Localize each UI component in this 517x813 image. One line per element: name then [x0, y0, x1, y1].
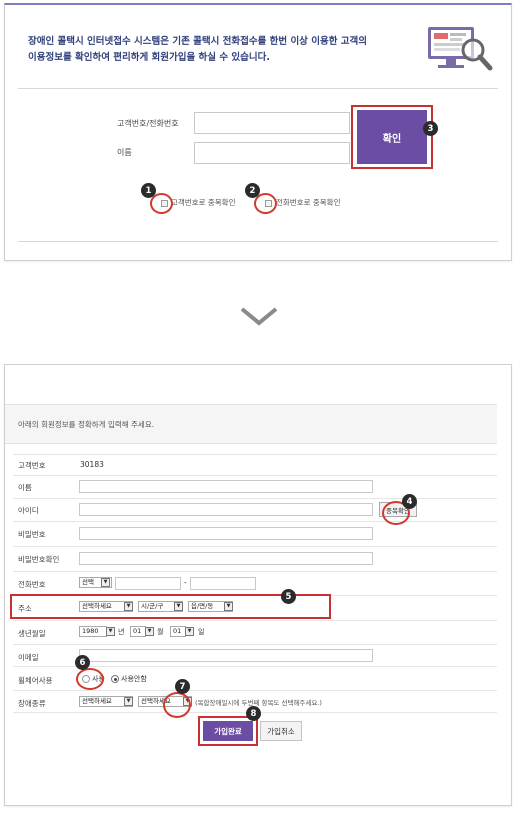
- intro-text: 장애인 콜택시 인터넷접수 시스템은 기존 콜택시 전화접수를 한번 이상 이용…: [28, 34, 418, 66]
- row-divider: [13, 571, 497, 572]
- divider: [18, 88, 498, 89]
- phone-middle-input[interactable]: [115, 577, 181, 590]
- password-confirm-label: 비밀번호확인: [18, 555, 60, 564]
- row-divider: [13, 521, 497, 522]
- row-divider: [13, 475, 497, 476]
- birth-label: 생년월일: [18, 629, 46, 638]
- cancel-button[interactable]: 가입취소: [260, 721, 302, 741]
- row-divider: [13, 498, 497, 499]
- row-divider: [13, 620, 497, 621]
- check-phone-label: 전화번호로 중복확인: [276, 198, 341, 207]
- disability-label: 장애종류: [18, 699, 46, 708]
- select-arrow-icon: ▼: [101, 578, 110, 587]
- step-badge-2: 2: [245, 183, 260, 198]
- name-input[interactable]: [194, 142, 350, 164]
- intro-line-1: 장애인 콜택시 인터넷접수 시스템은 기존 콜택시 전화접수를 한번 이상 이용…: [28, 36, 367, 47]
- birth-month-unit: 월: [157, 628, 164, 636]
- intro-line-2: 이용정보를 확인하여 편리하게 회원가입을 하실 수 있습니다.: [28, 52, 270, 63]
- name-input[interactable]: [79, 480, 373, 493]
- step-badge-6: 6: [75, 655, 90, 670]
- phone-last-input[interactable]: [190, 577, 256, 590]
- email-input[interactable]: [79, 649, 373, 662]
- row-divider: [13, 644, 497, 645]
- highlight-box-join: [198, 716, 258, 746]
- highlight-circle-7: [163, 692, 191, 718]
- highlight-circle-6: [76, 668, 104, 690]
- customer-number-label: 고객번호: [18, 461, 46, 470]
- phone-label: 전화번호: [18, 580, 46, 589]
- name-label: 이름: [117, 148, 132, 157]
- row-divider: [13, 690, 497, 691]
- select-arrow-icon: ▼: [145, 627, 154, 636]
- password-input[interactable]: [79, 527, 373, 540]
- step-badge-8: 8: [246, 706, 261, 721]
- step-badge-4: 4: [402, 494, 417, 509]
- id-input[interactable]: [79, 503, 373, 516]
- select-arrow-icon: ▼: [185, 627, 194, 636]
- birth-year-select[interactable]: 1980: [79, 626, 107, 637]
- step-badge-7: 7: [175, 679, 190, 694]
- row-divider: [13, 454, 497, 455]
- wheelchair-label: 휠체어사용: [18, 676, 53, 685]
- select-arrow-icon: ▼: [106, 627, 115, 636]
- phone-dash: -: [184, 578, 187, 587]
- email-label: 이메일: [18, 653, 39, 662]
- check-customer-label: 고객번호로 중복확인: [171, 198, 236, 207]
- divider: [18, 241, 498, 242]
- birth-day-unit: 일: [198, 628, 205, 636]
- customer-number-value: 30183: [80, 460, 104, 469]
- customer-phone-label: 고객번호/전화번호: [117, 119, 179, 128]
- id-label: 아이디: [18, 506, 39, 515]
- monitor-search-icon: [426, 24, 496, 76]
- name-label: 이름: [18, 483, 32, 492]
- birth-day-select[interactable]: 01: [170, 626, 186, 637]
- wheelchair-nouse-label: 사용안함: [121, 675, 147, 683]
- step-badge-1: 1: [141, 183, 156, 198]
- chevron-down-icon: [238, 305, 280, 331]
- select-arrow-icon: ▼: [124, 697, 133, 706]
- birth-month-select[interactable]: 01: [130, 626, 146, 637]
- customer-phone-input[interactable]: [194, 112, 350, 134]
- row-divider: [13, 546, 497, 547]
- password-label: 비밀번호: [18, 530, 46, 539]
- password-confirm-input[interactable]: [79, 552, 373, 565]
- highlight-box-confirm: [351, 105, 433, 169]
- birth-year-unit: 년: [118, 628, 125, 636]
- disability-note: (복합장애일시에 두번째 항목도 선택해주세요.): [195, 699, 322, 707]
- wheelchair-nouse-radio[interactable]: [111, 675, 119, 683]
- notice-text: 아래의 회원정보를 정확하게 입력해 주세요.: [18, 420, 155, 429]
- step-badge-3: 3: [423, 121, 438, 136]
- step-badge-5: 5: [281, 589, 296, 604]
